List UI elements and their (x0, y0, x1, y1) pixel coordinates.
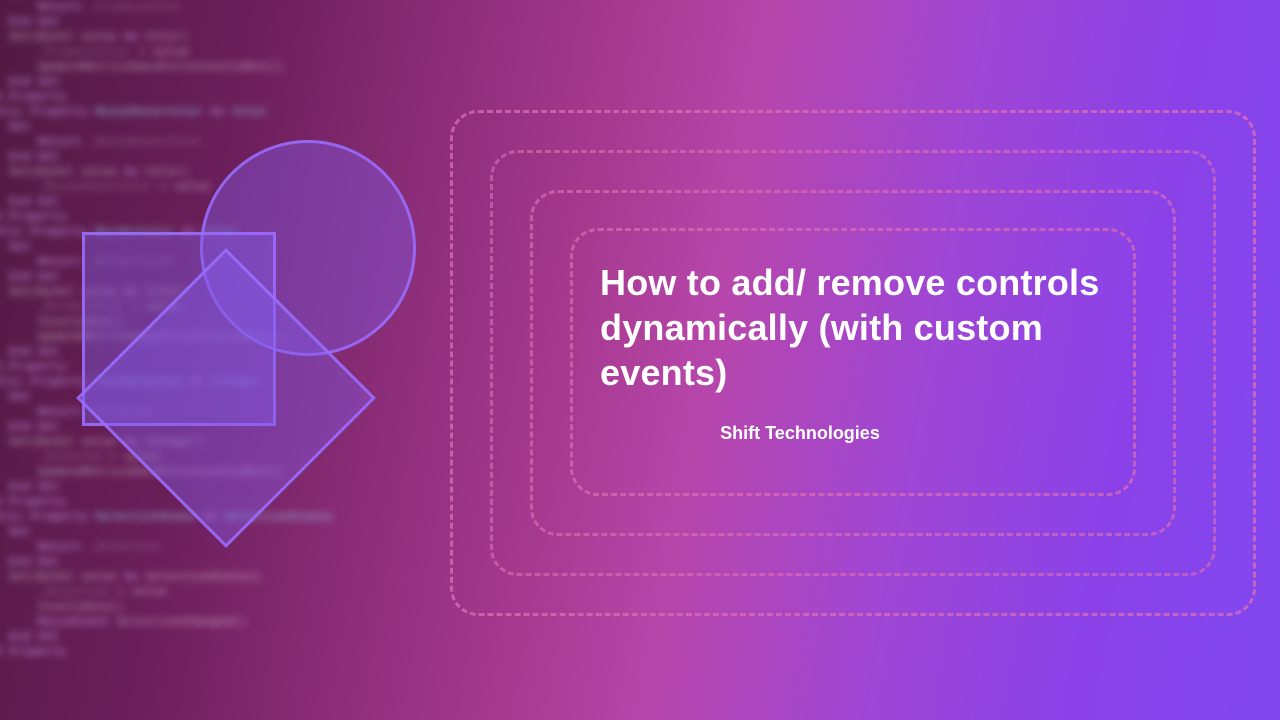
main-title: How to add/ remove controls dynamically … (600, 260, 1100, 395)
headline-block: How to add/ remove controls dynamically … (600, 260, 1100, 444)
subtitle: Shift Technologies (600, 423, 1000, 444)
thumbnail-card: Public Class ... Get Return _PrimaryColo… (0, 0, 1280, 720)
